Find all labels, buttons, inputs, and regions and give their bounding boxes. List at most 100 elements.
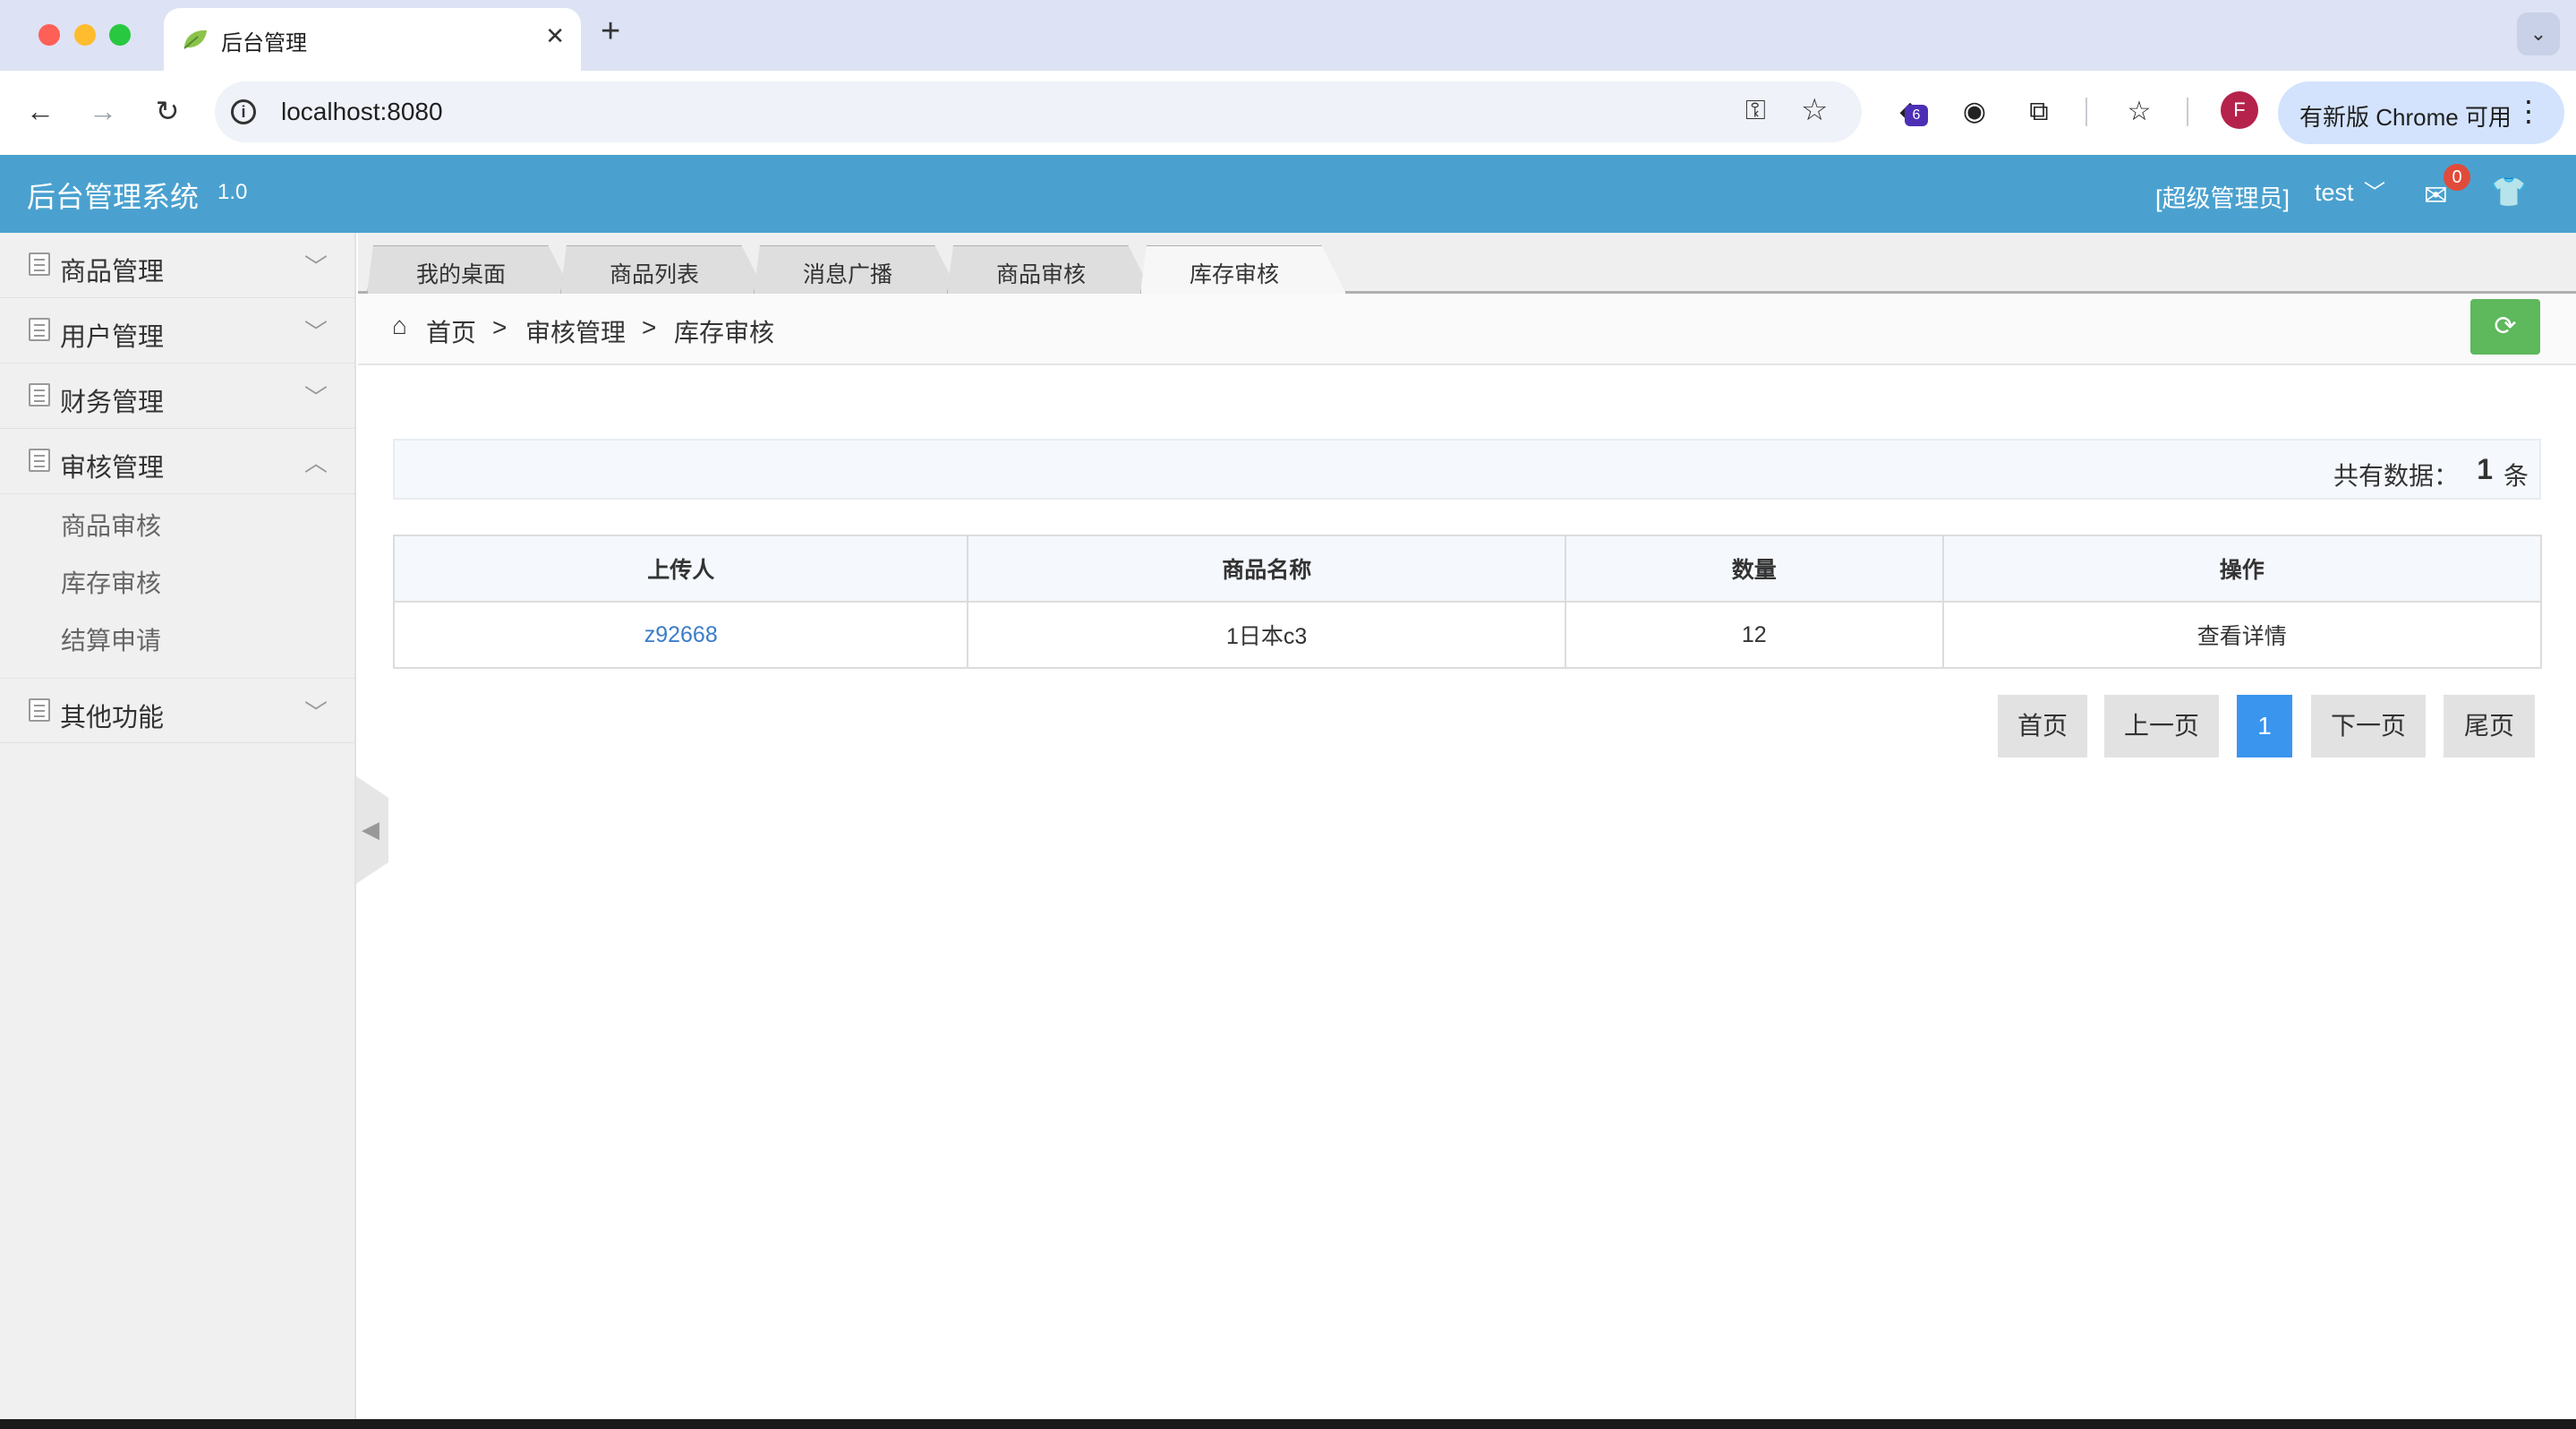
prev-page-button[interactable]: 上一页: [2104, 695, 2219, 757]
address-bar[interactable]: i localhost:8080 ⚿ ☆: [215, 81, 1862, 142]
browser-tab-title: 后台管理: [221, 31, 307, 56]
document-icon: [29, 383, 50, 406]
browser-tab[interactable]: 后台管理 ✕: [164, 8, 581, 71]
bookmarks-star-icon[interactable]: ☆: [2121, 94, 2157, 130]
app-page: 后台管理系统 1.0 [超级管理员] test ﹀ ✉ 0 👕 商品管理 ﹀ 用…: [0, 155, 2576, 1419]
tab-search-button[interactable]: ⌄: [2517, 13, 2560, 56]
sidebar-group-finance[interactable]: 财务管理 ﹀: [0, 364, 356, 429]
sidebar-item-product-review[interactable]: 商品审核: [61, 507, 161, 543]
document-icon: [29, 449, 50, 472]
extension-circle-icon[interactable]: ◉: [1957, 94, 1992, 130]
app-version: 1.0: [218, 180, 248, 204]
tab-my-desktop[interactable]: 我的桌面: [367, 245, 573, 294]
sidebar-group-label: 审核管理: [60, 454, 165, 483]
chevron-down-icon: ﹀: [304, 384, 328, 411]
sidebar-group-label: 商品管理: [60, 258, 165, 287]
chevron-down-icon: ﹀: [304, 319, 328, 346]
toolbar-divider: [2086, 98, 2087, 126]
column-header-action: 操作: [1941, 535, 2543, 603]
chevron-down-icon[interactable]: ﹀: [2364, 175, 2385, 206]
password-key-icon[interactable]: ⚿: [1745, 96, 1766, 126]
bookmark-star-icon[interactable]: ☆: [1801, 92, 1828, 128]
tab-label: 库存审核: [1189, 262, 1279, 287]
sidebar-collapse-handle[interactable]: ◀: [356, 776, 388, 884]
tab-stock-review[interactable]: 库存审核: [1140, 245, 1346, 294]
chevron-up-icon: ︿: [304, 449, 328, 476]
home-icon: ⌂: [392, 312, 407, 339]
uploader-link[interactable]: z92668: [392, 601, 969, 669]
column-header-quantity: 数量: [1564, 535, 1944, 603]
breadcrumb-separator: >: [492, 313, 508, 341]
table-header-row: 上传人 商品名称 数量 操作: [392, 535, 2543, 603]
sidebar: 商品管理 ﹀ 用户管理 ﹀ 财务管理 ﹀ 审核管理 ︿ 商品审核 库存审核 结算…: [0, 233, 356, 1419]
extension-badge: 6: [1905, 105, 1928, 126]
minimize-window-button[interactable]: [74, 24, 96, 46]
breadcrumb-home[interactable]: 首页: [426, 313, 476, 349]
close-window-button[interactable]: [38, 24, 60, 46]
view-details-link[interactable]: 查看详情: [1941, 601, 2543, 669]
tab-label: 商品列表: [609, 262, 699, 287]
quantity-cell: 12: [1564, 601, 1944, 669]
more-menu-icon[interactable]: ⋮: [2514, 94, 2543, 128]
back-arrow-icon[interactable]: ←: [20, 90, 61, 132]
last-page-button[interactable]: 尾页: [2444, 695, 2535, 757]
sidebar-group-other[interactable]: 其他功能 ﹀: [0, 678, 356, 743]
chevron-down-icon: ﹀: [304, 699, 328, 726]
leaf-favicon-icon: [183, 30, 207, 49]
first-page-button[interactable]: 首页: [1998, 695, 2087, 757]
caret-left-icon: ◀: [362, 816, 380, 843]
maximize-window-button[interactable]: [109, 24, 131, 46]
close-tab-icon[interactable]: ✕: [545, 22, 565, 50]
mail-count-badge: 0: [2444, 164, 2470, 191]
page-tabs-bar: 我的桌面 商品列表 消息广播 商品审核 库存审核: [358, 233, 2576, 294]
tab-label: 消息广播: [802, 262, 892, 287]
theme-shirt-icon[interactable]: 👕: [2491, 175, 2527, 209]
update-label: 有新版 Chrome 可用: [2299, 104, 2512, 131]
sidebar-group-products[interactable]: 商品管理 ﹀: [0, 233, 356, 298]
summary-unit: 条: [2503, 462, 2529, 490]
column-header-uploader: 上传人: [392, 535, 969, 603]
next-page-button[interactable]: 下一页: [2311, 695, 2426, 757]
extensions-puzzle-icon[interactable]: ⧉: [2021, 94, 2057, 130]
reload-icon[interactable]: ↻: [147, 90, 188, 132]
tab-product-list[interactable]: 商品列表: [560, 245, 766, 294]
document-icon: [29, 252, 50, 276]
breadcrumb: ⌂ 首页 > 审核管理 > 库存审核 ⟳: [358, 294, 2576, 365]
summary-label: 共有数据：: [2333, 462, 2459, 490]
url-text[interactable]: localhost:8080: [281, 98, 443, 126]
sidebar-item-stock-review[interactable]: 库存审核: [61, 564, 161, 600]
sidebar-group-label: 财务管理: [60, 389, 165, 417]
admin-user-menu[interactable]: test: [2315, 179, 2354, 207]
tab-label: 我的桌面: [415, 262, 506, 287]
column-header-product: 商品名称: [967, 535, 1566, 603]
stock-review-table: 上传人 商品名称 数量 操作 z92668 1日本c3 12 查看详情: [392, 535, 2543, 669]
table-row: z92668 1日本c3 12 查看详情: [392, 601, 2543, 669]
data-summary-bar: 共有数据： 1 条: [393, 439, 2541, 500]
toolbar-divider: [2187, 98, 2188, 126]
site-info-icon[interactable]: i: [231, 99, 256, 124]
current-page-button[interactable]: 1: [2237, 695, 2292, 757]
breadcrumb-separator: >: [642, 313, 657, 341]
app-header: 后台管理系统 1.0 [超级管理员] test ﹀ ✉ 0 👕: [0, 155, 2576, 233]
sidebar-group-users[interactable]: 用户管理 ﹀: [0, 298, 356, 364]
chrome-update-button[interactable]: 有新版 Chrome 可用 ⋮: [2278, 81, 2564, 144]
window-bottom-edge: [0, 1419, 2576, 1429]
app-title: 后台管理系统: [27, 181, 200, 213]
breadcrumb-review[interactable]: 审核管理: [525, 313, 626, 349]
summary-count: 1: [2477, 453, 2493, 485]
sidebar-group-label: 用户管理: [60, 323, 165, 352]
sidebar-item-settlement[interactable]: 结算申请: [61, 621, 161, 657]
new-tab-button[interactable]: +: [601, 13, 620, 51]
profile-avatar[interactable]: F: [2221, 91, 2258, 129]
forward-arrow-icon[interactable]: →: [82, 90, 124, 132]
breadcrumb-current: 库存审核: [674, 319, 775, 347]
sidebar-group-review[interactable]: 审核管理 ︿: [0, 429, 356, 494]
browser-toolbar: ← → ↻ i localhost:8080 ⚿ ☆ ◆ ◉ ⧉ ☆ F 有新版…: [0, 71, 2576, 155]
tab-product-review[interactable]: 商品审核: [947, 245, 1153, 294]
document-icon: [29, 318, 50, 341]
document-icon: [29, 698, 50, 722]
browser-tab-strip: 后台管理 ✕ + ⌄: [0, 0, 2576, 71]
refresh-button[interactable]: ⟳: [2470, 299, 2540, 355]
sidebar-group-label: 其他功能: [60, 704, 165, 732]
tab-broadcast[interactable]: 消息广播: [754, 245, 960, 294]
